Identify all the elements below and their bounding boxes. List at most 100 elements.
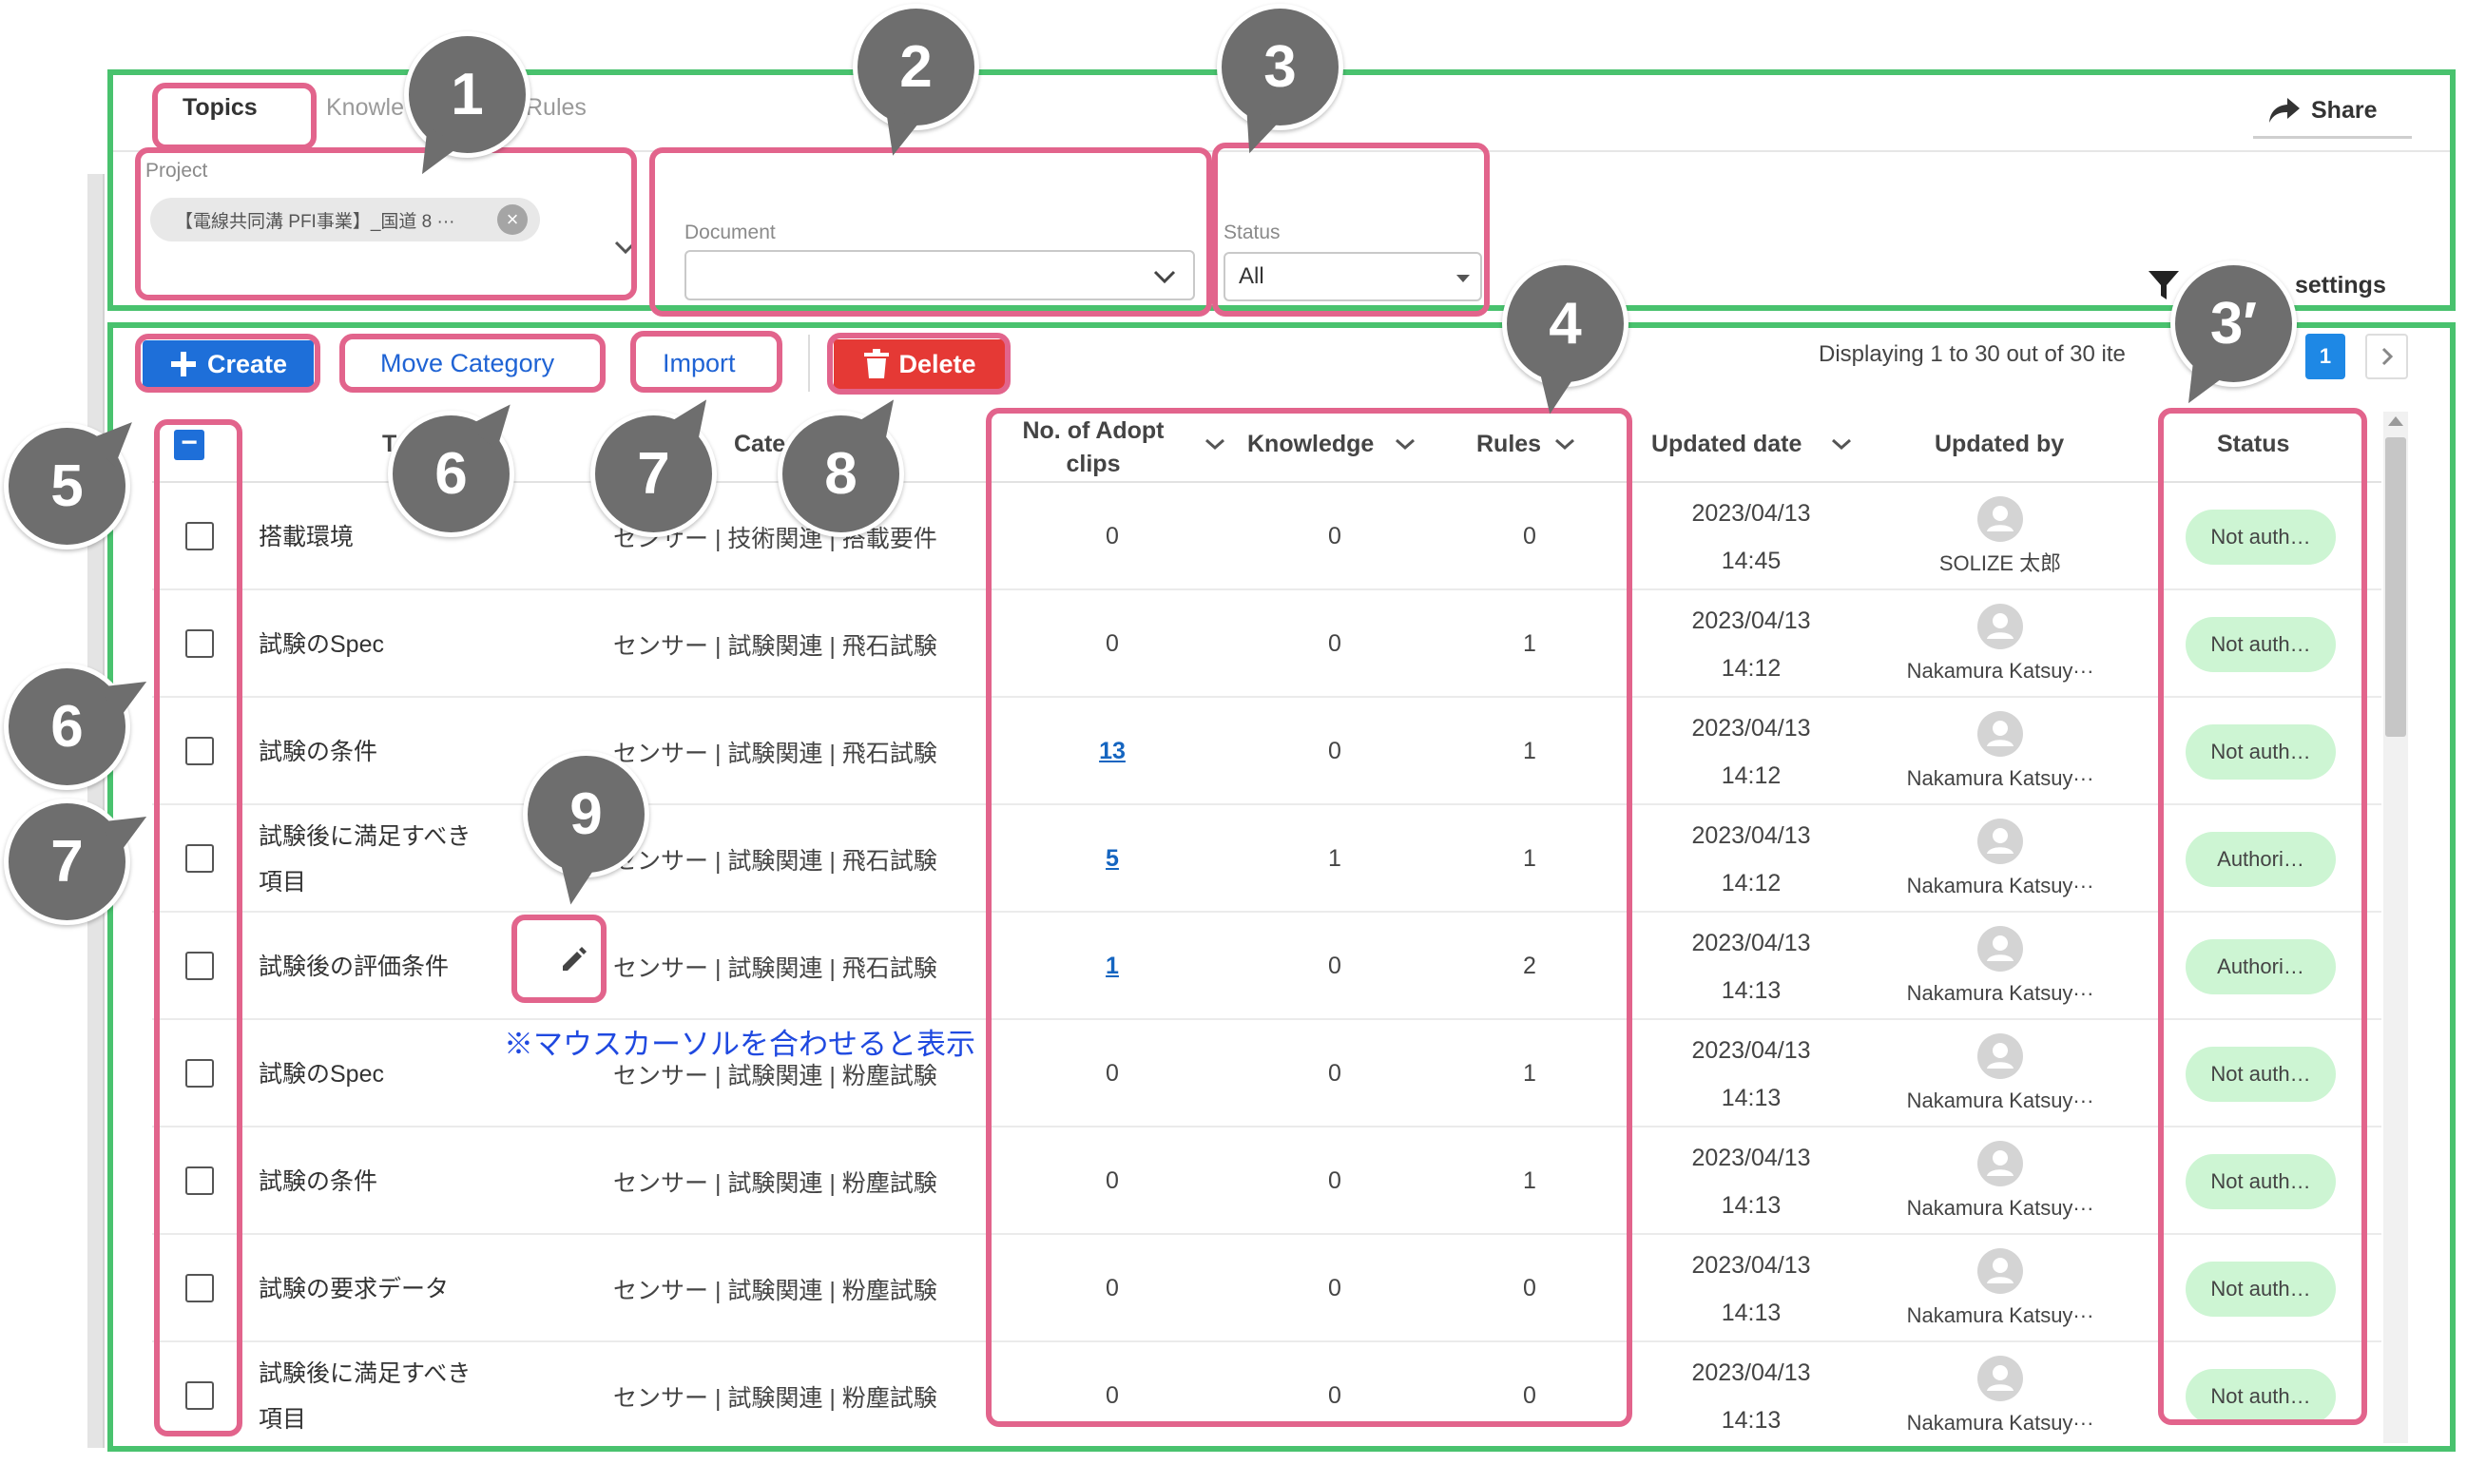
table-row[interactable]: 搭載環境 センサー | 技術関連 | 搭載要件 0 0 0 2023/04/13 14:45… bbox=[0, 483, 2381, 590]
sort-chevron-icon[interactable] bbox=[1830, 437, 1853, 451]
callout-number: 3′ bbox=[2209, 290, 2258, 357]
header-adopt-clips[interactable]: No. of Adopt clips bbox=[1008, 414, 1179, 481]
updated-by: SOLIZE 太郎 bbox=[1877, 483, 2124, 590]
callout-number: 8 bbox=[824, 440, 858, 507]
updated-date-day: 2023/04/13 bbox=[1691, 929, 1811, 956]
status-badge[interactable]: Authori… bbox=[2186, 831, 2336, 887]
callout-number: 2 bbox=[899, 33, 933, 100]
updated-by: Nakamura Katsuy··· bbox=[1877, 1127, 2124, 1235]
topics-table-body: 搭載環境 センサー | 技術関連 | 搭載要件 0 0 0 2023/04/13 14:45… bbox=[0, 483, 2381, 1448]
updated-date-time: 14:13 bbox=[1721, 1084, 1782, 1111]
status-badge[interactable]: Not auth… bbox=[2186, 1368, 2336, 1424]
adopt-clips-count[interactable]: 1 bbox=[1055, 913, 1169, 1020]
table-row[interactable]: 試験後に満足すべき項目 センサー | 試験関連 | 粉塵試験 0 0 0 2023/04/… bbox=[0, 1342, 2381, 1448]
status-badge[interactable]: Not auth… bbox=[2186, 509, 2336, 565]
document-select[interactable] bbox=[684, 250, 1195, 300]
header-updated-date[interactable]: Updated date bbox=[1651, 430, 1802, 458]
sort-chevron-icon[interactable] bbox=[1553, 437, 1576, 451]
table-row[interactable]: 試験後の評価条件 センサー | 試験関連 | 飛石試験 1 0 2 2023/04/13 1… bbox=[0, 913, 2381, 1020]
topic-title[interactable]: 試験後の評価条件 bbox=[259, 913, 483, 1020]
table-row[interactable]: 試験の条件 センサー | 試験関連 | 飛石試験 13 0 1 2023/04/13 14:… bbox=[0, 698, 2381, 805]
table-row[interactable]: 試験の条件 センサー | 試験関連 | 粉塵試験 0 0 1 2023/04/13 14:1… bbox=[0, 1127, 2381, 1235]
status-badge[interactable]: Not auth… bbox=[2186, 1261, 2336, 1317]
status-badge[interactable]: Not auth… bbox=[2186, 723, 2336, 780]
row-checkbox[interactable] bbox=[185, 1381, 214, 1410]
create-button[interactable]: Create bbox=[143, 340, 314, 388]
document-chevron-icon[interactable] bbox=[1152, 269, 1177, 284]
status-caret-icon[interactable] bbox=[1455, 274, 1472, 283]
scrollbar-thumb[interactable] bbox=[2385, 437, 2406, 737]
pencil-edit-icon[interactable] bbox=[559, 945, 588, 973]
share-button[interactable]: Share bbox=[2267, 91, 2377, 129]
updated-by-name: Nakamura Katsuy··· bbox=[1906, 1302, 2094, 1327]
share-label: Share bbox=[2311, 96, 2378, 124]
user-avatar-icon bbox=[1977, 1355, 2023, 1401]
project-chip[interactable]: 【電線共同溝 PFI事業】_国道 8 ··· bbox=[150, 198, 540, 241]
row-checkbox[interactable] bbox=[185, 952, 214, 980]
callout-number: 4 bbox=[1549, 290, 1582, 357]
updated-by-name: SOLIZE 太郎 bbox=[1938, 550, 2062, 575]
table-row[interactable]: 試験後に満足すべき項目 センサー | 試験関連 | 飛石試験 5 1 1 2023/04/… bbox=[0, 805, 2381, 913]
topic-title[interactable]: 試験のSpec bbox=[259, 1020, 483, 1127]
user-avatar-icon bbox=[1977, 1247, 2023, 1294]
header-adopt-clips-line1: No. of Adopt bbox=[1022, 417, 1165, 444]
topic-title[interactable]: 試験の条件 bbox=[259, 1127, 483, 1235]
next-page-button[interactable] bbox=[2365, 334, 2408, 379]
rules-count: 1 bbox=[1523, 738, 1536, 764]
header-category[interactable]: Cate bbox=[734, 430, 785, 458]
adopt-clips-count[interactable]: 13 bbox=[1055, 698, 1169, 805]
row-checkbox[interactable] bbox=[185, 522, 214, 550]
current-page-number: 1 bbox=[2319, 344, 2332, 368]
project-dropdown-chevron-icon[interactable] bbox=[613, 240, 638, 255]
table-row[interactable]: 試験の要求データ センサー | 試験関連 | 粉塵試験 0 0 0 2023/04/13 1… bbox=[0, 1235, 2381, 1342]
tab-topics[interactable]: Topics bbox=[183, 92, 258, 123]
status-cell: Not auth… bbox=[2186, 1235, 2336, 1342]
import-button[interactable]: Import bbox=[663, 344, 736, 382]
delete-button[interactable]: Delete bbox=[834, 339, 1005, 389]
topic-title[interactable]: 試験後に満足すべき項目 bbox=[259, 1342, 483, 1448]
status-badge[interactable]: Not auth… bbox=[2186, 1046, 2336, 1102]
adopt-clips-count[interactable]: 5 bbox=[1055, 805, 1169, 913]
knowledge-count: 0 bbox=[1328, 953, 1341, 979]
updated-date-time: 14:13 bbox=[1721, 1406, 1782, 1434]
status-filter-select[interactable]: All bbox=[1224, 252, 1482, 301]
status-badge[interactable]: Authori… bbox=[2186, 938, 2336, 994]
sort-chevron-icon[interactable] bbox=[1394, 437, 1416, 451]
status-badge[interactable]: Not auth… bbox=[2186, 1153, 2336, 1209]
row-checkbox[interactable] bbox=[185, 1166, 214, 1195]
header-rules[interactable]: Rules bbox=[1476, 430, 1541, 458]
sort-chevron-icon[interactable] bbox=[1204, 437, 1226, 451]
topic-title[interactable]: 試験の条件 bbox=[259, 698, 483, 805]
user-avatar-icon bbox=[1977, 495, 2023, 542]
table-row[interactable]: 試験のSpec センサー | 試験関連 | 粉塵試験 0 0 1 2023/04/13 14… bbox=[0, 1020, 2381, 1127]
callout-number: 6 bbox=[50, 693, 84, 760]
adopt-clips-count: 0 bbox=[1106, 1167, 1119, 1194]
row-checkbox[interactable] bbox=[185, 1059, 214, 1088]
callout-4: 4 bbox=[1502, 260, 1628, 387]
row-checkbox[interactable] bbox=[185, 1274, 214, 1302]
status-badge[interactable]: Not auth… bbox=[2186, 616, 2336, 672]
user-avatar-icon bbox=[1977, 1032, 2023, 1079]
document-label: Document bbox=[684, 222, 776, 243]
header-knowledge[interactable]: Knowledge bbox=[1247, 430, 1374, 458]
callout-9: 9 bbox=[523, 751, 649, 877]
chip-remove-icon[interactable]: × bbox=[497, 204, 528, 235]
page-1-button[interactable]: 1 bbox=[2305, 334, 2345, 379]
row-checkbox[interactable] bbox=[185, 844, 214, 873]
updated-by: Nakamura Katsuy··· bbox=[1877, 590, 2124, 698]
topic-title[interactable]: 試験後に満足すべき項目 bbox=[259, 805, 483, 913]
select-all-checkbox[interactable]: − bbox=[174, 429, 204, 460]
move-category-button[interactable]: Move Category bbox=[380, 344, 554, 382]
row-checkbox[interactable] bbox=[185, 629, 214, 658]
rules-count: 1 bbox=[1523, 630, 1536, 657]
topic-title[interactable]: 試験のSpec bbox=[259, 590, 483, 698]
table-row[interactable]: 試験のSpec センサー | 試験関連 | 飛石試験 0 0 1 2023/04/13 14… bbox=[0, 590, 2381, 698]
updated-date: 2023/04/13 14:13 bbox=[1656, 1127, 1846, 1235]
row-checkbox[interactable] bbox=[185, 737, 214, 765]
tab-rules[interactable]: Rules bbox=[526, 92, 587, 123]
tab-knowledge[interactable]: Knowle bbox=[326, 92, 404, 123]
topic-title[interactable]: 試験の要求データ bbox=[259, 1235, 483, 1342]
updated-date-day: 2023/04/13 bbox=[1691, 499, 1811, 527]
status-filter-value: All bbox=[1239, 263, 1264, 289]
scroll-up-arrow-icon[interactable] bbox=[2388, 416, 2403, 426]
